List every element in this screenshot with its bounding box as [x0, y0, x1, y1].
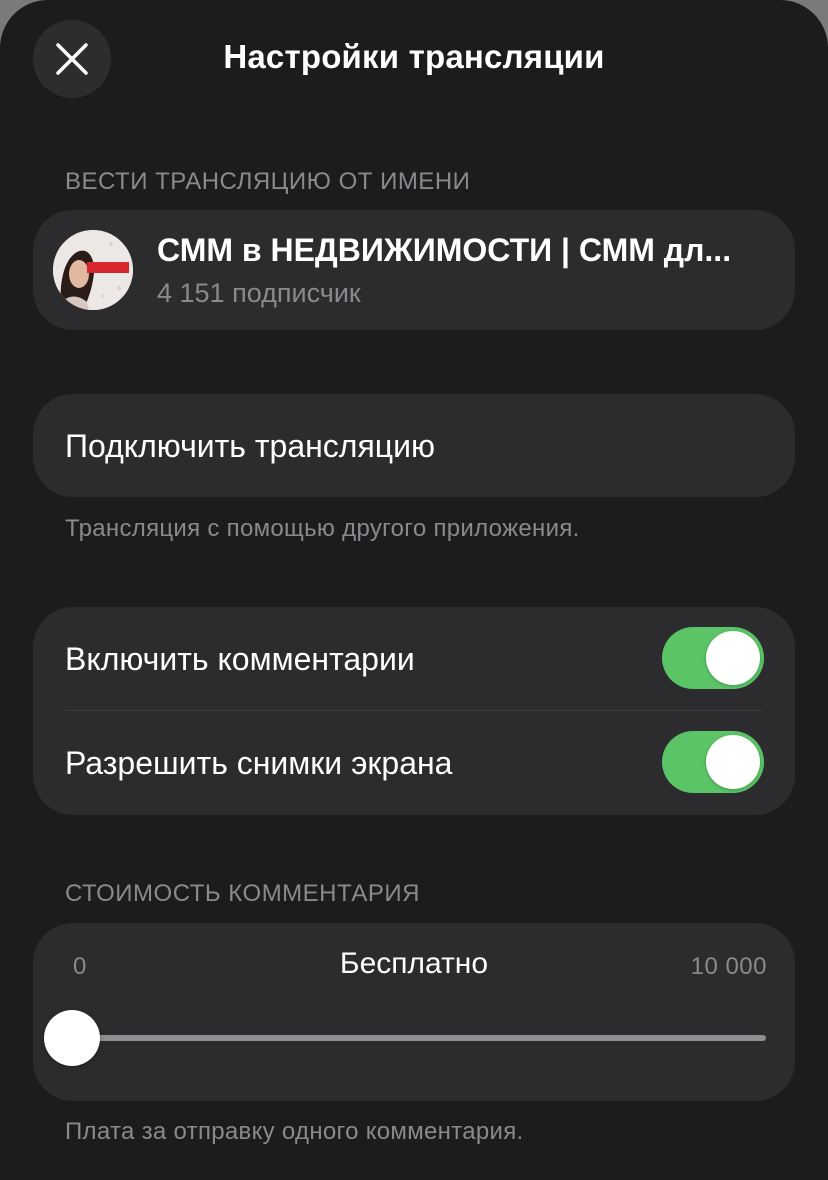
toggles-group: Включить комментарии Разрешить снимки эк… — [33, 607, 795, 815]
slider-thumb[interactable] — [44, 1010, 100, 1066]
subscriber-count: 4 151 подписчик — [157, 278, 361, 308]
channel-avatar — [53, 230, 133, 310]
toggle-screenshots[interactable] — [662, 731, 764, 793]
toggle-comments[interactable] — [662, 627, 764, 689]
slider-max-label: 10 000 — [690, 953, 767, 980]
toggle-knob — [706, 631, 760, 685]
slider-value-label: Бесплатно — [339, 947, 489, 980]
slider-track[interactable] — [44, 1010, 766, 1066]
connect-stream-button[interactable]: Подключить трансляцию — [33, 394, 795, 497]
comment-price-slider-card: 0 Бесплатно 10 000 — [33, 923, 795, 1101]
comment-price-header: СТОИМОСТЬ КОММЕНТАРИЯ — [65, 880, 420, 907]
page-title: Настройки трансляции — [223, 38, 605, 75]
channel-selector[interactable]: СММ в НЕДВИЖИМОСТИ | СММ дл... 4 151 под… — [33, 210, 795, 330]
connect-stream-footnote: Трансляция с помощью другого приложения. — [65, 515, 580, 542]
broadcast-as-header: ВЕСТИ ТРАНСЛЯЦИЮ ОТ ИМЕНИ — [65, 168, 471, 195]
settings-sheet: Настройки трансляции ВЕСТИ ТРАНСЛЯЦИЮ ОТ… — [0, 0, 828, 1180]
connect-stream-label: Подключить трансляцию — [65, 428, 435, 464]
toggle-screenshots-label: Разрешить снимки экрана — [65, 745, 453, 781]
divider — [65, 710, 763, 711]
toggle-knob — [706, 735, 760, 789]
channel-name: СММ в НЕДВИЖИМОСТИ | СММ дл... — [157, 232, 732, 268]
comment-price-footnote: Плата за отправку одного комментария. — [65, 1118, 524, 1145]
toggle-comments-label: Включить комментарии — [65, 641, 415, 677]
